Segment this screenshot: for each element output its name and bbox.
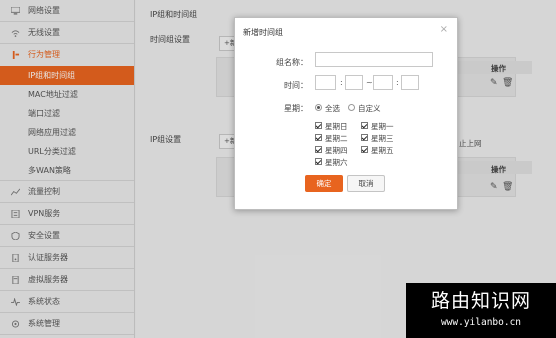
start-hour-input[interactable] bbox=[315, 75, 336, 90]
checkbox-sunday[interactable] bbox=[315, 122, 322, 129]
checkbox-friday[interactable] bbox=[361, 146, 368, 153]
end-minute-input[interactable] bbox=[401, 75, 419, 90]
watermark-title: 路由知识网 bbox=[430, 290, 531, 312]
checkbox-saturday-label: 星期六 bbox=[325, 158, 348, 167]
radio-select-all-label: 全选 bbox=[325, 104, 340, 113]
radio-custom[interactable] bbox=[348, 104, 355, 111]
checkbox-wednesday[interactable] bbox=[361, 134, 368, 141]
time-colon: : bbox=[340, 78, 343, 87]
watermark-url: www.yilanbo.cn bbox=[440, 317, 522, 328]
close-icon[interactable]: × bbox=[440, 24, 448, 35]
checkbox-thursday[interactable] bbox=[315, 146, 322, 153]
time-colon: : bbox=[396, 78, 399, 87]
start-minute-input[interactable] bbox=[345, 75, 363, 90]
confirm-button[interactable]: 确定 bbox=[305, 175, 343, 192]
checkbox-sunday-label: 星期日 bbox=[325, 122, 348, 131]
checkbox-monday-label: 星期一 bbox=[371, 122, 394, 131]
time-label: 时间： bbox=[284, 81, 308, 90]
radio-select-all[interactable] bbox=[315, 104, 322, 111]
group-name-input[interactable] bbox=[315, 52, 433, 67]
week-label: 星期： bbox=[284, 104, 308, 113]
group-name-label: 组名称： bbox=[276, 58, 308, 67]
checkbox-monday[interactable] bbox=[361, 122, 368, 129]
checkbox-tuesday[interactable] bbox=[315, 134, 322, 141]
checkbox-saturday[interactable] bbox=[315, 158, 322, 165]
checkbox-tuesday-label: 星期二 bbox=[325, 134, 348, 143]
dialog-title: 新增时间组 bbox=[243, 28, 283, 37]
checkbox-thursday-label: 星期四 bbox=[325, 146, 348, 155]
time-range-separator: ~ bbox=[366, 78, 373, 87]
radio-custom-label: 自定义 bbox=[358, 104, 381, 113]
checkbox-friday-label: 星期五 bbox=[371, 146, 394, 155]
watermark: 路由知识网 www.yilanbo.cn bbox=[406, 283, 556, 338]
end-hour-input[interactable] bbox=[373, 75, 393, 90]
cancel-button[interactable]: 取消 bbox=[347, 175, 385, 192]
checkbox-wednesday-label: 星期三 bbox=[371, 134, 394, 143]
